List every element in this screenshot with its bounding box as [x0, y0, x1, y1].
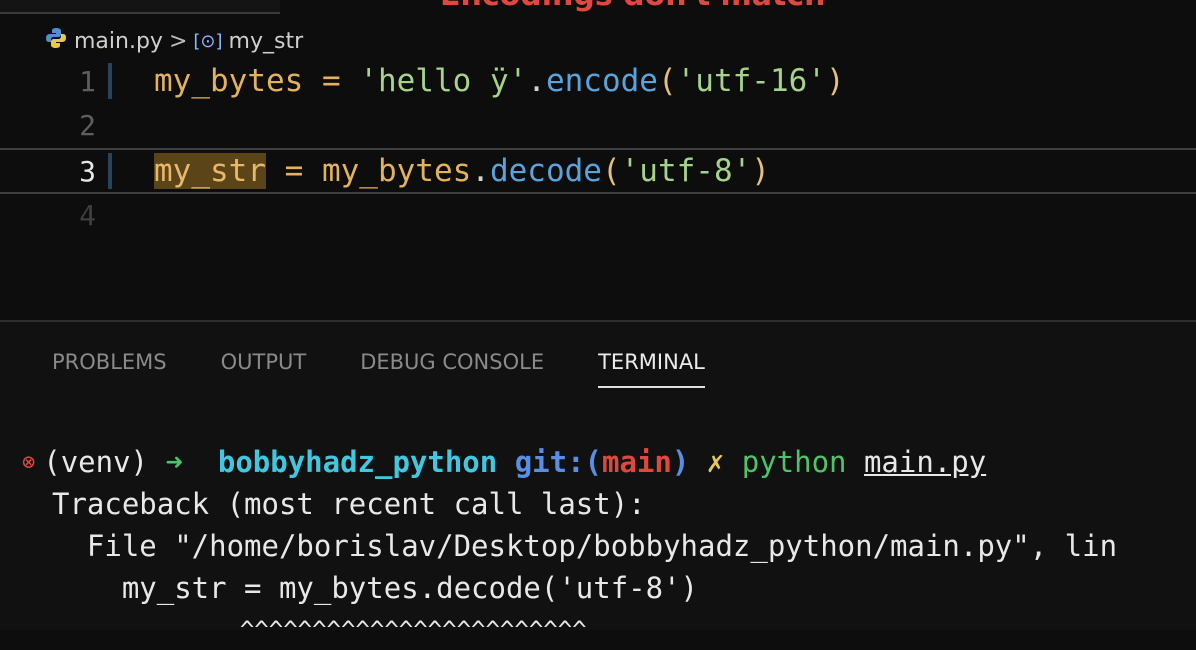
- code-line-2[interactable]: 2: [0, 104, 1196, 146]
- prompt-argument: main.py: [863, 445, 987, 479]
- prompt-git-close: ): [671, 445, 690, 479]
- prompt-venv: (venv): [43, 445, 149, 479]
- tab-debug-console[interactable]: DEBUG CONSOLE: [360, 350, 544, 388]
- terminal-line: my_str = my_bytes.decode('utf-8'): [52, 571, 699, 605]
- token-variable: my_bytes: [154, 63, 304, 99]
- token-paren-close: ): [751, 153, 770, 189]
- token-variable: my_bytes: [321, 153, 472, 189]
- prompt-command: python: [741, 445, 847, 479]
- variable-icon: [⊙]: [193, 30, 223, 52]
- line-number: 2: [79, 108, 96, 142]
- line-number: 1: [79, 64, 96, 98]
- tab-output[interactable]: OUTPUT: [221, 350, 307, 388]
- line-number: 3: [79, 154, 96, 188]
- breadcrumb-file[interactable]: main.py: [74, 29, 163, 54]
- error-circle-icon: ⊗: [22, 449, 36, 475]
- token-dot: .: [527, 63, 546, 99]
- indent-guide: [108, 153, 112, 189]
- terminal-line: File "/home/borislav/Desktop/bobbyhadz_p…: [52, 529, 1118, 563]
- tab-problems[interactable]: PROBLEMS: [52, 350, 167, 388]
- token-paren-open: (: [657, 63, 677, 99]
- token-string: 'utf-8': [620, 153, 752, 189]
- indent-guide: [108, 63, 112, 99]
- breadcrumb-symbol[interactable]: my_str: [229, 29, 304, 54]
- token-method: encode: [545, 63, 658, 99]
- tab-terminal[interactable]: TERMINAL: [598, 350, 705, 388]
- prompt-dirty-mark: ✗: [706, 445, 725, 479]
- breadcrumb-separator: >: [168, 28, 188, 54]
- token-operator: =: [303, 63, 360, 99]
- token-operator: =: [265, 153, 322, 189]
- prompt-directory: bobbyhadz_python: [217, 445, 498, 479]
- token-paren-close: ): [825, 63, 845, 99]
- code-line-4[interactable]: 4: [0, 194, 1196, 236]
- prompt-git-open: git:(: [514, 445, 603, 479]
- token-method: decode: [489, 153, 602, 189]
- token-string: 'hello ÿ': [359, 63, 528, 99]
- line-number: 4: [79, 198, 96, 232]
- token-string: 'utf-16': [676, 63, 826, 99]
- terminal-prompt-line: ⊗ (venv) ➜ bobbyhadz_python git:(main) ✗ …: [0, 442, 986, 482]
- terminal-caret-line: ^^^^^^^^^^^^^^^^^^^^^^^^: [52, 616, 587, 644]
- terminal-line: Traceback (most recent call last):: [52, 487, 646, 521]
- token-variable-highlighted: my_str: [154, 153, 266, 189]
- token-dot: .: [471, 153, 490, 189]
- code-editor[interactable]: main.py > [⊙] my_str 1 my_bytes = 'hello…: [0, 14, 1196, 319]
- code-line-3[interactable]: 3 my_str = my_bytes. decode('utf-8'): [0, 148, 1196, 194]
- code-line-1[interactable]: 1 my_bytes = 'hello ÿ'. encode('utf-16'): [0, 60, 1196, 102]
- python-file-icon: [44, 26, 68, 56]
- prompt-branch: main: [602, 445, 672, 479]
- panel-tabs: PROBLEMS OUTPUT DEBUG CONSOLE TERMINAL: [52, 350, 705, 388]
- token-paren-open: (: [601, 153, 621, 189]
- prompt-arrow: ➜: [165, 445, 183, 479]
- breadcrumb: main.py > [⊙] my_str: [44, 26, 303, 56]
- bottom-panel: PROBLEMS OUTPUT DEBUG CONSOLE TERMINAL ⊗…: [0, 320, 1196, 644]
